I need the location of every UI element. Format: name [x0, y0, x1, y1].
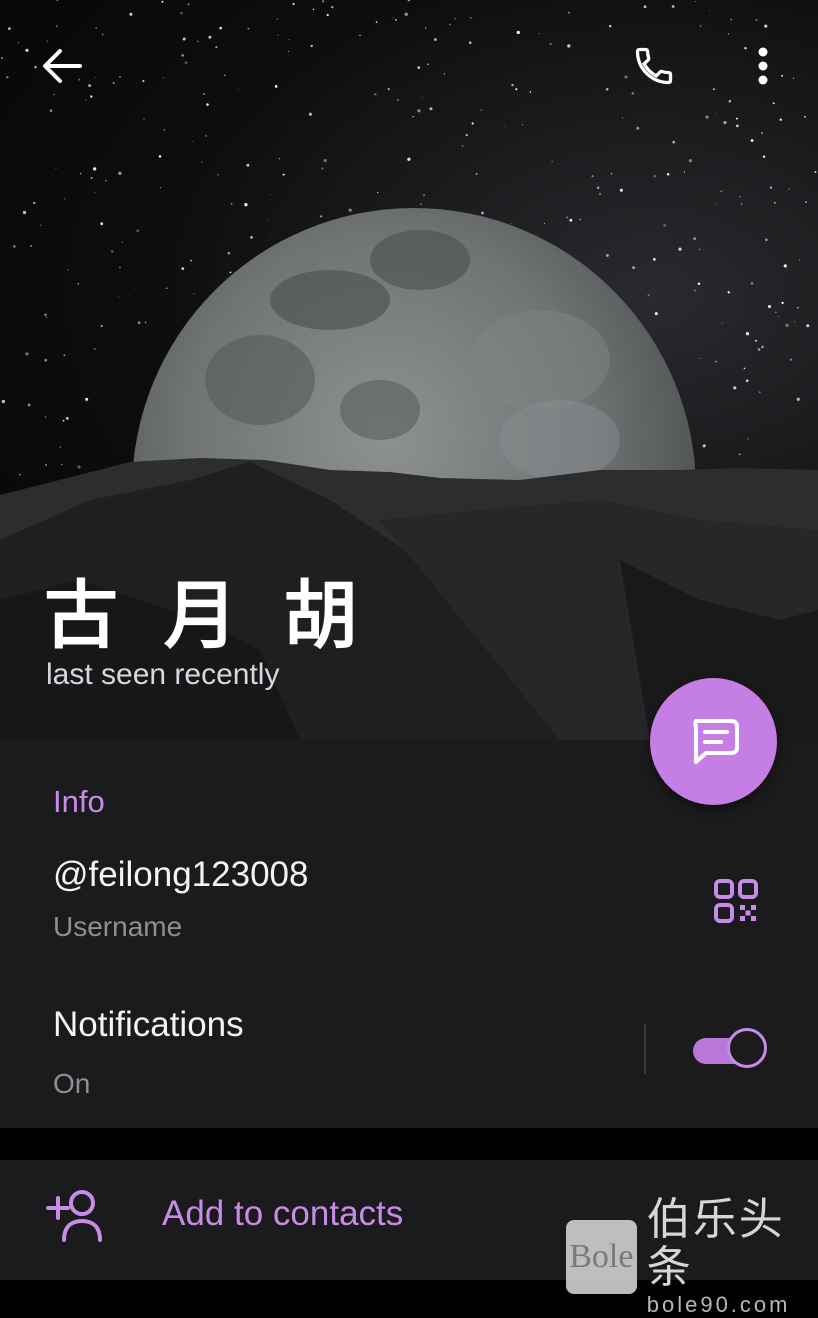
last-seen-status: last seen recently	[46, 658, 280, 691]
more-vertical-icon	[758, 47, 768, 85]
divider	[644, 1024, 646, 1074]
add-user-icon	[46, 1190, 102, 1242]
username-value[interactable]: @feilong123008	[53, 855, 308, 895]
send-message-button[interactable]	[650, 678, 777, 805]
notifications-toggle[interactable]	[693, 1028, 771, 1072]
more-options-button[interactable]	[731, 34, 795, 98]
profile-header: 古 月 胡 last seen recently	[0, 0, 818, 740]
watermark: Bole 伯乐头条 bole90.com	[566, 1196, 818, 1318]
notifications-title[interactable]: Notifications	[53, 1005, 244, 1045]
back-button[interactable]	[30, 34, 94, 98]
arrow-left-icon	[43, 49, 82, 83]
section-title: Info	[53, 784, 105, 819]
profile-name: 古 月 胡	[44, 573, 368, 659]
username-label: Username	[53, 911, 183, 942]
add-to-contacts-label: Add to contacts	[162, 1194, 404, 1233]
call-button[interactable]	[622, 34, 686, 98]
message-icon	[692, 718, 739, 764]
qr-code-icon	[714, 879, 758, 923]
toggle-thumb	[727, 1028, 767, 1068]
phone-icon	[635, 47, 673, 85]
watermark-text: 伯乐头条	[646, 1194, 785, 1293]
watermark-url: bole90.com	[646, 1292, 791, 1317]
qr-code-button[interactable]	[706, 871, 766, 931]
notifications-state: On	[53, 1068, 91, 1099]
watermark-logo: Bole	[566, 1220, 637, 1294]
